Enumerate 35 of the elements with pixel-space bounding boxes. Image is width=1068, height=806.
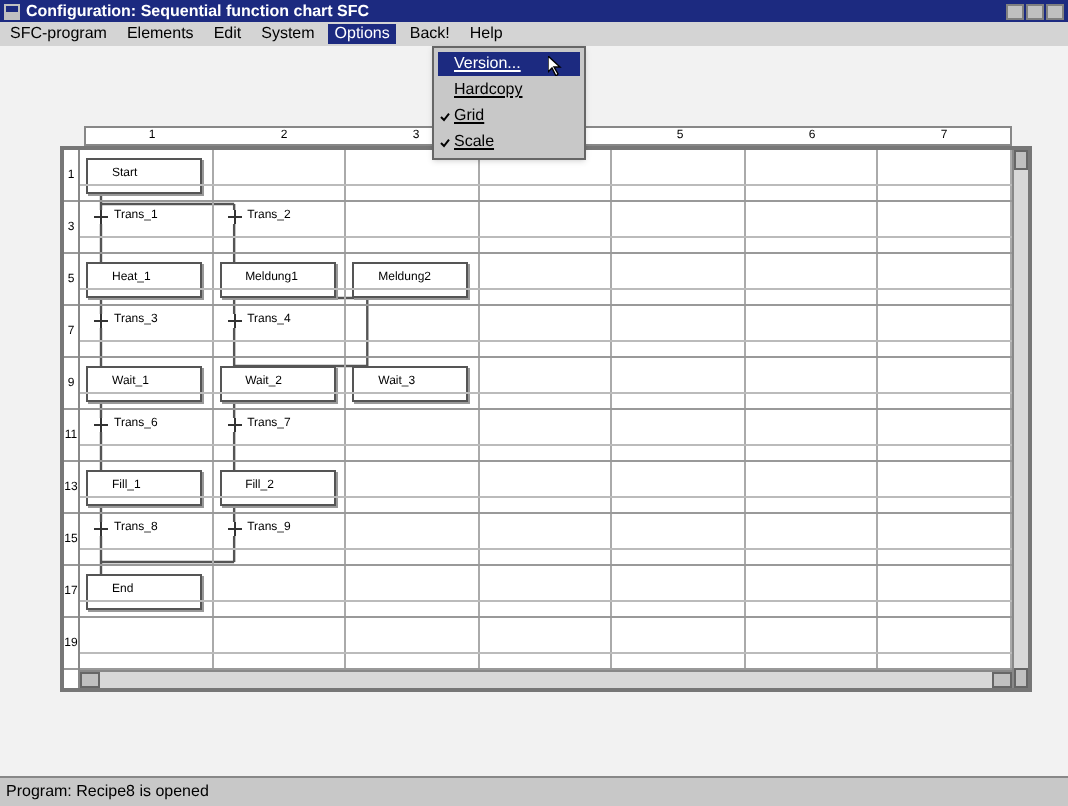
transition-mark-icon xyxy=(227,314,242,328)
branch-line xyxy=(101,560,235,564)
menu-option[interactable]: Grid xyxy=(438,104,580,128)
branch-line xyxy=(234,364,368,368)
menu-item[interactable]: SFC-program xyxy=(4,24,113,44)
scroll-right-button[interactable] xyxy=(992,672,1012,688)
transition-mark-icon xyxy=(94,522,108,536)
menu-item[interactable]: System xyxy=(255,24,321,44)
menu-item[interactable]: Edit xyxy=(207,24,248,44)
menu-item[interactable]: Elements xyxy=(120,24,200,44)
transition-mark-icon xyxy=(227,522,242,536)
transition-mark-icon xyxy=(94,210,108,224)
maximize-button[interactable] xyxy=(1026,3,1044,19)
transition-mark-icon xyxy=(94,418,108,432)
window-title: Configuration: Sequential function chart SFC xyxy=(26,3,370,19)
transition-mark-icon xyxy=(94,314,108,328)
close-button[interactable] xyxy=(1046,3,1064,19)
scroll-left-button[interactable] xyxy=(80,672,100,688)
scroll-down-button[interactable] xyxy=(1014,668,1028,688)
menu-item[interactable]: Options xyxy=(328,24,396,44)
menu-item[interactable]: Back! xyxy=(403,24,456,44)
mouse-pointer-icon xyxy=(548,56,562,76)
vertical-scrollbar[interactable] xyxy=(1012,150,1028,688)
transition-mark-icon xyxy=(227,418,242,432)
minimize-button[interactable] xyxy=(1006,3,1024,19)
menu-option[interactable]: Scale xyxy=(438,130,580,154)
horizontal-scrollbar[interactable] xyxy=(80,670,1012,688)
flow-line xyxy=(366,298,369,366)
menu-item[interactable]: Help xyxy=(463,24,509,44)
scroll-up-button[interactable] xyxy=(1014,150,1028,170)
menu-option[interactable]: Hardcopy xyxy=(438,78,580,102)
branch-line xyxy=(101,202,235,206)
transition-mark-icon xyxy=(227,210,242,224)
status-bar: Program: Recipe8 is opened xyxy=(0,776,1068,806)
menu-option[interactable]: Version... xyxy=(438,52,580,76)
